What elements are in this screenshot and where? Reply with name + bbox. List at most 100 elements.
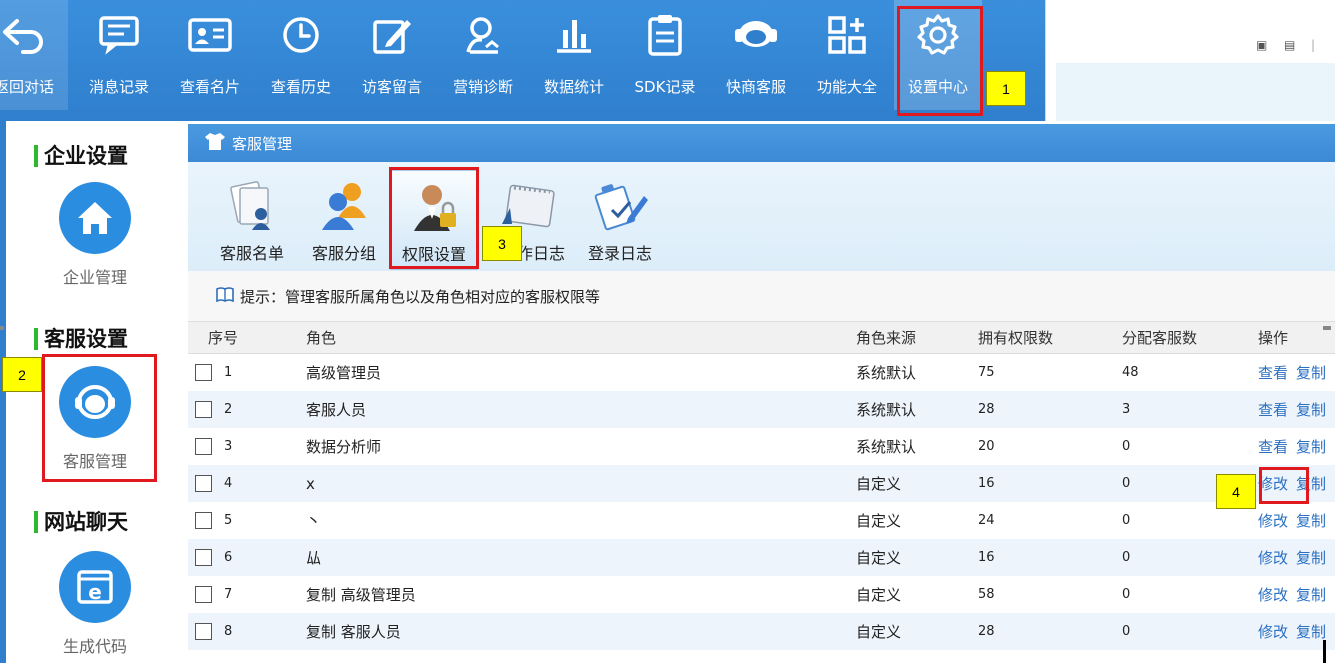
toolbar-history-button[interactable]: 查看历史 <box>257 0 345 110</box>
feature-grid-icon <box>826 0 868 70</box>
edit-link[interactable]: 修改 <box>1258 475 1288 493</box>
group-users-icon <box>316 170 372 232</box>
row-checkbox[interactable] <box>195 586 212 603</box>
role-name: 厸 <box>294 539 850 576</box>
permission-count: 75 <box>978 365 995 380</box>
tab-permission-settings[interactable]: 权限设置 <box>390 170 478 270</box>
permission-lock-icon <box>406 171 462 233</box>
row-checkbox[interactable] <box>195 512 212 529</box>
row-number: 6 <box>224 550 233 565</box>
toolbar-kuaishang-service-button[interactable]: 快商客服 <box>712 0 800 110</box>
assigned-staff-count: 0 <box>1122 587 1131 602</box>
callout-4: 4 <box>1216 474 1256 509</box>
toolbar-visitor-message-button[interactable]: 访客留言 <box>348 0 436 110</box>
hint-text: 提示：管理客服所属角色以及角色相对应的客服权限等 <box>240 287 601 306</box>
permission-count: 58 <box>978 587 995 602</box>
sidebar-item-service-management[interactable]: 客服管理 <box>54 366 136 472</box>
edit-link[interactable]: 修改 <box>1258 512 1288 530</box>
tab-staff-list[interactable]: 客服名单 <box>214 170 290 268</box>
table-row: 6 厸 自定义 16 0 修改 复制 <box>188 539 1335 576</box>
copy-link[interactable]: 复制 <box>1296 512 1326 530</box>
back-arrow-icon <box>1 0 47 70</box>
copy-link[interactable]: 复制 <box>1296 586 1326 604</box>
toolbar-sdk-record-button[interactable]: SDK记录 <box>621 0 709 110</box>
edit-link[interactable]: 修改 <box>1258 586 1288 604</box>
row-number: 8 <box>224 624 233 639</box>
history-clock-icon <box>280 0 322 70</box>
table-row: 2 客服人员 系统默认 28 3 查看 复制 <box>188 391 1335 428</box>
assigned-staff-count: 3 <box>1110 391 1244 428</box>
copy-link[interactable]: 复制 <box>1296 364 1326 382</box>
tab-label: 客服分组 <box>311 244 376 263</box>
sidebar-item-label: 客服管理 <box>62 452 127 471</box>
tab-login-log[interactable]: 登录日志 <box>584 170 656 268</box>
role-name: 复制 客服人员 <box>294 613 850 650</box>
view-link[interactable]: 查看 <box>1258 438 1288 456</box>
view-link[interactable]: 查看 <box>1258 364 1288 382</box>
panel-title: 客服管理 <box>232 134 293 153</box>
toolbar-label: 访客留言 <box>361 78 422 96</box>
column-header-source: 角色来源 <box>850 322 972 354</box>
hint-bar: 提示：管理客服所属角色以及角色相对应的客服权限等 <box>188 271 1335 322</box>
column-header-permissions: 拥有权限数 <box>972 322 1110 354</box>
edge-marker <box>0 326 4 330</box>
assigned-staff-count: 48 <box>1122 365 1139 380</box>
toolbar-statistics-button[interactable]: 数据统计 <box>530 0 618 110</box>
role-source: 自定义 <box>850 613 972 650</box>
permission-count: 24 <box>978 513 995 528</box>
row-checkbox[interactable] <box>195 364 212 381</box>
browser-e-icon: e <box>59 551 131 623</box>
view-link[interactable]: 查看 <box>1258 401 1288 419</box>
toolbar-diagnosis-button[interactable]: 营销诊断 <box>439 0 527 110</box>
mini-filter-icon[interactable]: ▤ <box>1284 38 1295 52</box>
toolbar-label: 快商客服 <box>725 78 786 96</box>
copy-link[interactable]: 复制 <box>1296 549 1326 567</box>
table-row: 8 复制 客服人员 自定义 28 0 修改 复制 <box>188 613 1335 650</box>
toolbar-label: SDK记录 <box>634 78 696 96</box>
toolbar-message-record-button[interactable]: 消息记录 <box>75 0 163 110</box>
role-name: 丶 <box>306 512 322 530</box>
business-card-icon <box>187 0 233 70</box>
sidebar-edge <box>0 121 6 663</box>
toolbar-business-card-button[interactable]: 查看名片 <box>166 0 254 110</box>
column-header-actions: 操作 <box>1244 322 1335 354</box>
copy-link[interactable]: 复制 <box>1296 438 1326 456</box>
tab-staff-group[interactable]: 客服分组 <box>308 170 380 268</box>
copy-link[interactable]: 复制 <box>1296 401 1326 419</box>
tab-label: 登录日志 <box>587 244 652 263</box>
edit-link[interactable]: 修改 <box>1258 549 1288 567</box>
copy-link[interactable]: 复制 <box>1296 623 1326 641</box>
gear-icon <box>916 0 960 70</box>
row-checkbox[interactable] <box>195 438 212 455</box>
bar-chart-icon <box>553 0 595 70</box>
toolbar-settings-center-button[interactable]: 设置中心 <box>894 0 982 110</box>
row-checkbox[interactable] <box>195 549 212 566</box>
table-row: 7 复制 高级管理员 自定义 58 0 修改 复制 <box>188 576 1335 613</box>
edit-message-icon <box>371 0 413 70</box>
row-checkbox[interactable] <box>195 623 212 640</box>
home-icon <box>59 182 131 254</box>
table-header-row: 序号 角色 角色来源 拥有权限数 分配客服数 操作 <box>188 322 1335 354</box>
toolbar-label: 查看名片 <box>179 78 240 96</box>
role-source: 系统默认 <box>850 391 972 428</box>
service-subtoolbar: 客服名单 客服分组 权限设置 作日志 登录日志 <box>188 162 1335 272</box>
table-row: 5 丶 自定义 24 0 修改 复制 <box>188 502 1335 539</box>
diagnosis-icon <box>462 0 504 70</box>
mini-tool-icon[interactable]: ▣ <box>1256 38 1267 52</box>
toolbar-back-button[interactable]: 返回对话 <box>0 0 68 110</box>
edit-link[interactable]: 修改 <box>1258 623 1288 641</box>
toolbar-all-features-button[interactable]: 功能大全 <box>803 0 891 110</box>
table-row: 1 高级管理员 系统默认 75 48 查看 复制 <box>188 354 1335 392</box>
toolbar-label: 功能大全 <box>816 78 877 96</box>
row-checkbox[interactable] <box>195 475 212 492</box>
role-name: x <box>294 465 850 502</box>
sidebar-item-enterprise-management[interactable]: 企业管理 <box>54 182 136 288</box>
row-checkbox[interactable] <box>195 401 212 418</box>
top-right-strip <box>1056 63 1335 121</box>
copy-link[interactable]: 复制 <box>1296 475 1326 493</box>
sidebar-item-generate-code[interactable]: e 生成代码 <box>54 551 136 657</box>
role-source: 自定义 <box>850 539 972 576</box>
row-number: 4 <box>224 476 233 491</box>
book-icon <box>216 286 234 306</box>
main-panel: 客服管理 客服名单 客服分组 权限设置 作日志 登录日志 提示：管理客服所属角色… <box>188 121 1335 663</box>
